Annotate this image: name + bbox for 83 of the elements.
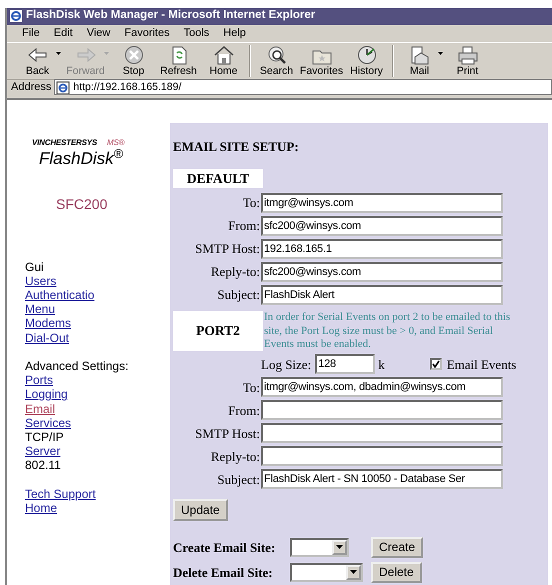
- mail-button[interactable]: Mail: [397, 44, 442, 78]
- nav-link[interactable]: Ports: [25, 373, 165, 388]
- favorites-button[interactable]: Favorites: [299, 44, 344, 78]
- dropdown-arrow-icon: [350, 570, 357, 574]
- log-size-field[interactable]: 128: [315, 354, 376, 374]
- address-label: Address: [11, 80, 52, 94]
- menu-item[interactable]: Favorites: [117, 26, 177, 40]
- field-label: Log Size:: [261, 356, 312, 372]
- history-button[interactable]: History: [344, 44, 389, 78]
- nav-link[interactable]: Home: [25, 500, 165, 515]
- field-label: Subject:: [216, 287, 261, 303]
- text-field[interactable]: [261, 400, 503, 420]
- text-field[interactable]: FlashDisk Alert: [261, 284, 503, 305]
- nav-link[interactable]: Tech Support: [25, 486, 165, 501]
- field-label: Create Email Site:: [173, 540, 276, 556]
- field-label: From:: [227, 402, 261, 418]
- back-button[interactable]: Back: [15, 44, 60, 78]
- nav-heading: 802.11: [25, 458, 62, 473]
- field-label: To:: [242, 380, 261, 396]
- nav-link[interactable]: Services: [25, 416, 165, 430]
- dropdown-arrow-icon: [336, 545, 343, 550]
- section-label: DEFAULT: [173, 169, 263, 188]
- home-button[interactable]: Home: [201, 44, 246, 78]
- dropdown[interactable]: [290, 538, 349, 557]
- text-field[interactable]: [261, 423, 503, 444]
- field-label: From:: [227, 218, 261, 234]
- field-label: Reply-to:: [210, 448, 261, 464]
- menu-item[interactable]: Edit: [46, 26, 80, 40]
- menu-item[interactable]: Tools: [176, 26, 216, 40]
- action-button[interactable]: Create: [371, 536, 424, 558]
- unit-label: k: [378, 356, 385, 372]
- section-label: PORT2: [173, 311, 263, 352]
- home-icon: [212, 44, 236, 65]
- nav-link[interactable]: Email: [25, 402, 165, 416]
- print-button[interactable]: Print: [445, 44, 490, 78]
- menu-item[interactable]: Help: [216, 26, 253, 40]
- address-field[interactable]: http://192.168.165.189/: [54, 79, 552, 96]
- menu-item[interactable]: File: [15, 26, 47, 40]
- search-button[interactable]: Search: [254, 44, 299, 78]
- nav-link[interactable]: Menu: [25, 302, 165, 316]
- text-field[interactable]: itmgr@winsys.com: [261, 192, 503, 213]
- checkbox[interactable]: [430, 358, 442, 370]
- nav-link[interactable]: Logging: [25, 387, 165, 402]
- nav-heading: Advanced Settings:: [25, 358, 130, 374]
- field-label: Reply-to:: [210, 264, 261, 280]
- section-title: EMAIL SITE SETUP:: [173, 138, 300, 154]
- field-label: Delete Email Site:: [173, 564, 274, 580]
- print-icon: [456, 44, 480, 65]
- nav-heading: TCP/IP: [25, 430, 65, 444]
- window-title: FlashDisk Web Manager - Microsoft Internet Explorer: [26, 9, 316, 24]
- field-label: SMTP Host:: [194, 426, 261, 442]
- checkmark-icon: [432, 360, 440, 368]
- nav-link[interactable]: Users: [25, 274, 165, 288]
- field-label: SMTP Host:: [194, 241, 261, 257]
- action-button[interactable]: Delete: [371, 562, 422, 583]
- nav-link[interactable]: Dial-Out: [25, 330, 165, 345]
- dropdown-arrow-icon[interactable]: [56, 52, 61, 56]
- text-field[interactable]: [261, 446, 503, 466]
- product-logo: FlashDisk$^{®}$: [38, 149, 124, 170]
- logo-text: MS®: [106, 138, 124, 148]
- refresh-button[interactable]: Refresh: [156, 44, 201, 78]
- model-name: SFC200: [56, 196, 108, 213]
- text-field[interactable]: sfc200@winsys.com: [261, 262, 503, 282]
- nav-heading: Gui: [25, 260, 45, 274]
- field-label: Subject:: [216, 472, 261, 488]
- update-button[interactable]: Update: [173, 498, 228, 521]
- nav-link[interactable]: Server: [25, 444, 165, 458]
- browser-icon: [9, 9, 23, 24]
- menu-item[interactable]: View: [80, 26, 118, 40]
- page-icon: [56, 80, 70, 94]
- dropdown[interactable]: [290, 562, 363, 582]
- nav-link[interactable]: Authenticatio: [25, 288, 165, 302]
- text-field[interactable]: 192.168.165.1: [261, 238, 503, 259]
- info-note: In order for Serial Events on port 2 to be emailed to this site, the Port Log size must be > 0, and Email Serial Events must be enabled.: [263, 311, 512, 352]
- stop-button[interactable]: Stop: [111, 44, 156, 78]
- text-field[interactable]: itmgr@winsys.com, dbadmin@winsys.com: [261, 377, 503, 398]
- text-field[interactable]: FlashDisk Alert - SN 10050 - Database Ser: [261, 469, 503, 490]
- checkbox-label: Email Events: [446, 356, 516, 372]
- text-field[interactable]: sfc200@winsys.com: [261, 216, 503, 236]
- nav-link[interactable]: Modems: [25, 316, 165, 331]
- logo-text: VINCHESTERSYS: [32, 138, 97, 148]
- dropdown-arrow-icon[interactable]: [438, 52, 443, 56]
- field-label: To:: [242, 195, 261, 211]
